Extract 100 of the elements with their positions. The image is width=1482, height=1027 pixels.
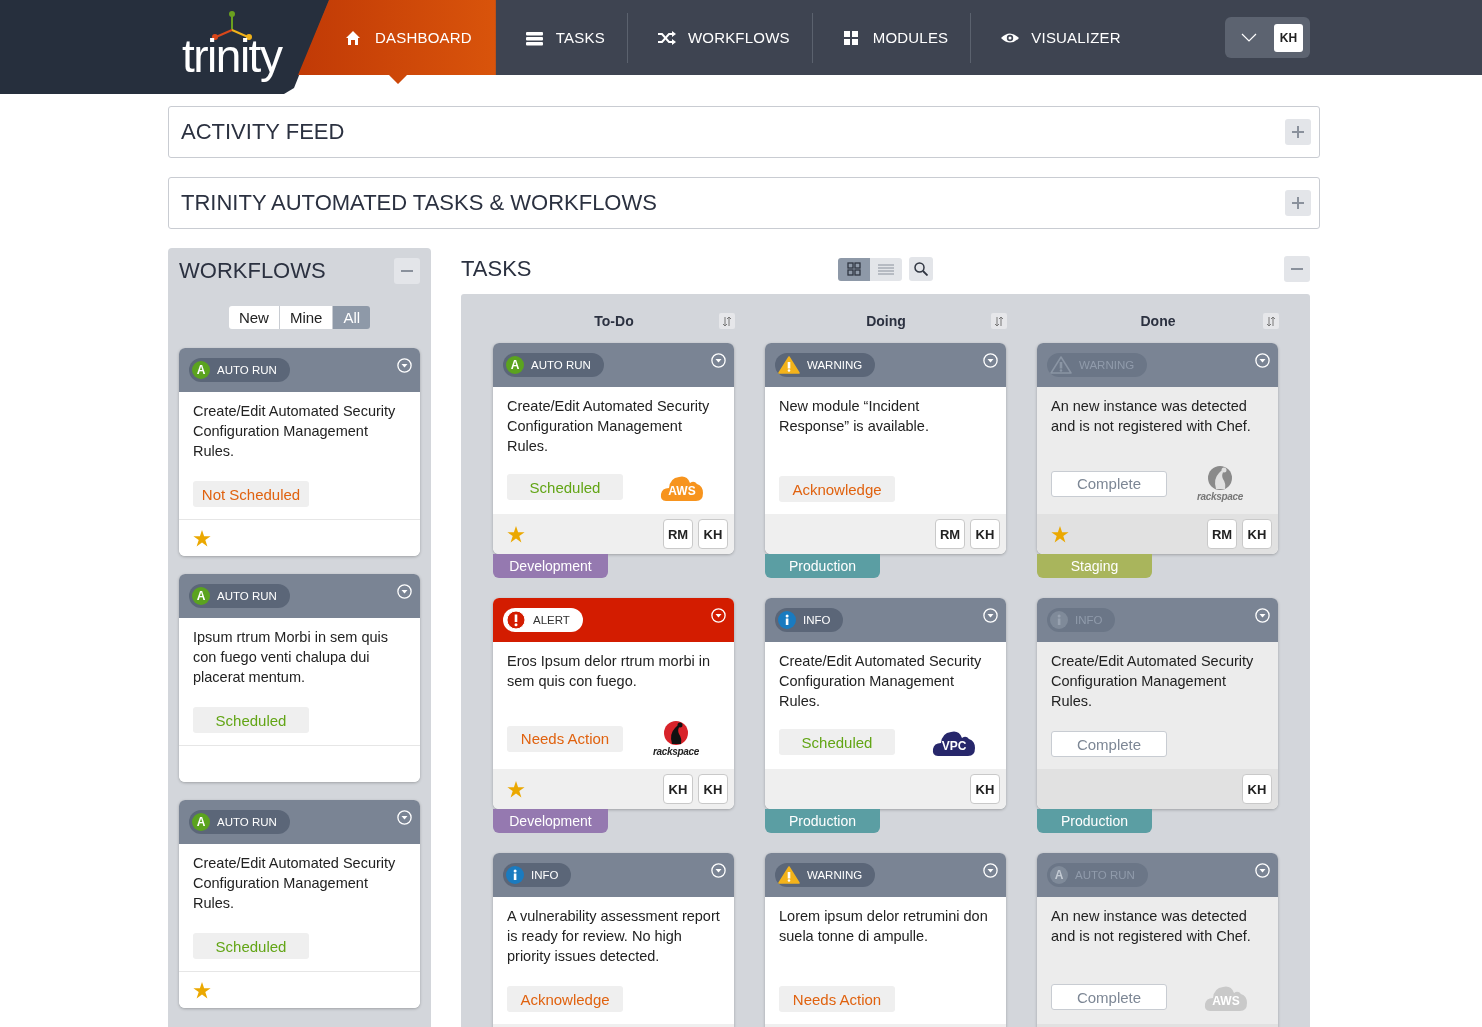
assignee-avatar: KH: [970, 774, 1000, 804]
card-text: An new instance was detected and is not registered with Chef.: [1051, 907, 1252, 946]
expand-button[interactable]: [1285, 190, 1311, 216]
grid-icon: [842, 29, 861, 46]
star-icon[interactable]: [507, 780, 525, 798]
panel-title: WORKFLOWS: [179, 258, 326, 284]
card-text: Create/Edit Automated Security Configuration Management Rules.: [779, 652, 983, 711]
status-button[interactable]: Scheduled: [193, 933, 309, 959]
card-text: Eros Ipsum delor rtrum morbi in sem quis con fuego.: [507, 652, 712, 691]
status-button[interactable]: Complete: [1051, 984, 1167, 1010]
assignee-avatar: KH: [698, 519, 728, 549]
list-icon: [878, 263, 894, 275]
dropdown-icon[interactable]: [711, 353, 726, 368]
search-button[interactable]: [909, 257, 933, 281]
status-button[interactable]: Acknowledge: [507, 986, 623, 1012]
card-text: Create/Edit Automated Security Configuration Management Rules.: [1051, 652, 1255, 711]
status-button[interactable]: Needs Action: [507, 725, 623, 752]
sort-button[interactable]: [991, 313, 1007, 329]
environment-tag: Production: [765, 554, 880, 578]
dropdown-icon[interactable]: [983, 863, 998, 878]
environment-tag: Development: [493, 809, 608, 833]
letter-circle-icon: A: [192, 813, 210, 831]
star-icon[interactable]: [507, 525, 525, 543]
card-text: New module “Incident Response” is available.: [779, 397, 930, 436]
grid-view-button[interactable]: [838, 257, 870, 281]
dropdown-icon[interactable]: [983, 608, 998, 623]
environment-tag: Production: [1037, 809, 1152, 833]
sort-icon: [994, 315, 1004, 327]
plus-icon: [1292, 126, 1304, 138]
warning-icon: [778, 866, 800, 884]
sort-button[interactable]: [1263, 313, 1279, 329]
badge-label: WARNING: [807, 359, 863, 371]
info-icon: [1050, 611, 1068, 629]
filter-tab[interactable]: All: [332, 306, 371, 329]
column-title: To-Do: [593, 313, 635, 329]
panel-title: TASKS: [461, 256, 533, 282]
column-title: Doing: [865, 313, 907, 329]
collapse-button[interactable]: [1284, 256, 1310, 282]
user-menu-button[interactable]: KH: [1225, 17, 1310, 58]
search-icon: [914, 262, 928, 276]
assignee-avatar: KH: [970, 519, 1000, 549]
status-button[interactable]: Scheduled: [779, 729, 895, 755]
section-title: ACTIVITY FEED: [181, 119, 345, 145]
info-icon: [778, 611, 796, 629]
nav-tab[interactable]: VISUALIZER: [971, 0, 1143, 75]
expand-button[interactable]: [1285, 119, 1311, 145]
status-button[interactable]: Not Scheduled: [193, 481, 309, 507]
dropdown-icon[interactable]: [1255, 863, 1270, 878]
dropdown-icon[interactable]: [397, 810, 412, 825]
dropdown-icon[interactable]: [1255, 608, 1270, 623]
dropdown-icon[interactable]: [1255, 353, 1270, 368]
status-button[interactable]: Complete: [1051, 731, 1167, 757]
collapse-button[interactable]: [394, 258, 420, 284]
filter-tab[interactable]: Mine: [278, 306, 333, 329]
badge-label: AUTO RUN: [217, 364, 277, 376]
status-button[interactable]: Needs Action: [779, 986, 895, 1012]
column-title: Done: [1139, 313, 1177, 329]
user-avatar: KH: [1274, 23, 1303, 52]
badge-label: AUTO RUN: [217, 816, 277, 828]
dropdown-icon[interactable]: [397, 358, 412, 373]
status-button[interactable]: Acknowledge: [779, 476, 895, 502]
badge-label: INFO: [803, 614, 831, 626]
plus-icon: [1292, 197, 1304, 209]
letter-circle-icon: A: [192, 587, 210, 605]
nav-tab[interactable]: WORKFLOWS: [627, 0, 812, 75]
star-icon[interactable]: [1051, 525, 1069, 543]
dropdown-icon[interactable]: [711, 608, 726, 623]
star-icon[interactable]: [193, 529, 211, 547]
status-button[interactable]: Scheduled: [507, 474, 623, 500]
sort-button[interactable]: [719, 313, 735, 329]
dropdown-icon[interactable]: [397, 584, 412, 599]
nav-tab[interactable]: TASKS: [495, 0, 627, 75]
assignee-avatar: RM: [1207, 519, 1237, 549]
info-icon: [506, 866, 524, 884]
environment-tag: Development: [493, 554, 608, 578]
card-text: Create/Edit Automated Security Configuration Management Rules.: [193, 402, 397, 461]
sort-icon: [1266, 315, 1276, 327]
star-icon[interactable]: [193, 981, 211, 999]
letter-circle-icon: A: [506, 356, 524, 374]
sort-icon: [722, 315, 732, 327]
environment-tag: Production: [765, 809, 880, 833]
card-text: Ipsum rtrum Morbi in sem quis con fuego venti chalupa dui placerat mentum.: [193, 628, 389, 687]
filter-tab[interactable]: New: [228, 306, 279, 329]
caret-icon: [1241, 33, 1257, 42]
letter-circle-icon: A: [192, 361, 210, 379]
shuffle-icon: [657, 29, 676, 46]
warning-icon: [1050, 356, 1072, 374]
environment-tag: Staging: [1037, 554, 1152, 578]
card-text: Create/Edit Automated Security Configuration Management Rules.: [193, 854, 397, 913]
dropdown-icon[interactable]: [983, 353, 998, 368]
assignee-avatar: KH: [1242, 519, 1272, 549]
minus-icon: [401, 270, 413, 272]
status-button[interactable]: Complete: [1051, 470, 1167, 497]
card-text: Lorem ipsum delor retrumini don suela tonne di ampulle.: [779, 907, 989, 946]
list-icon: [525, 29, 544, 46]
nav-tab[interactable]: DASHBOARD: [298, 0, 496, 84]
status-button[interactable]: Scheduled: [193, 707, 309, 733]
nav-tab[interactable]: MODULES: [812, 0, 971, 75]
letter-circle-icon: A: [1050, 866, 1068, 884]
dropdown-icon[interactable]: [711, 863, 726, 878]
